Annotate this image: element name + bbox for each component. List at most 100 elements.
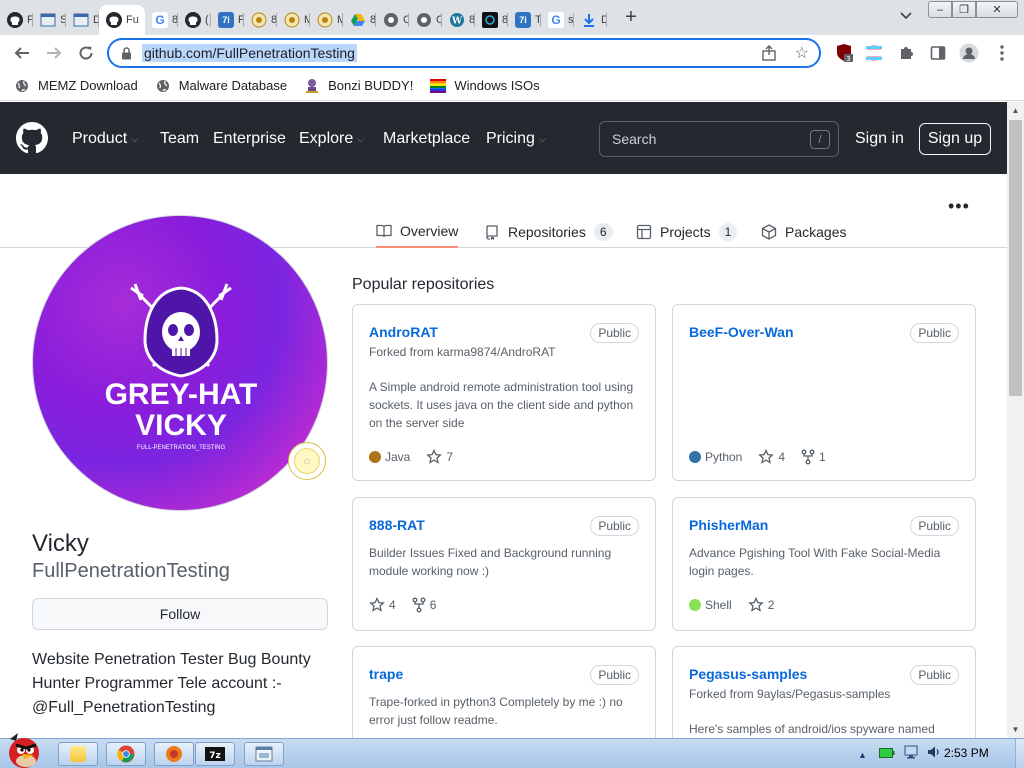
- browser-tab[interactable]: M: [277, 5, 310, 35]
- browser-tab[interactable]: Gs: [541, 5, 574, 35]
- repo-name-link[interactable]: trape: [369, 666, 403, 682]
- repo-card: 888-RAT Public Builder Issues Fixed and …: [352, 497, 656, 631]
- bookmark-memz[interactable]: MEMZ Download: [14, 78, 138, 94]
- taskbar-window-app[interactable]: [244, 742, 284, 766]
- browser-tab[interactable]: 7i T: [508, 5, 541, 35]
- bookmark-star-icon[interactable]: ☆: [795, 43, 809, 63]
- repo-stars[interactable]: 4: [369, 597, 396, 613]
- taskbar-chrome[interactable]: [106, 742, 146, 766]
- browser-tab[interactable]: D: [66, 5, 99, 35]
- browser-tab[interactable]: M: [310, 5, 343, 35]
- repo-stars[interactable]: 2: [747, 597, 774, 613]
- repo-stars[interactable]: 4: [758, 449, 785, 465]
- scroll-up-arrow-icon[interactable]: ▲: [1007, 102, 1024, 119]
- more-options-icon[interactable]: •••: [948, 196, 970, 217]
- browser-tab[interactable]: G8: [145, 5, 178, 35]
- browser-tab[interactable]: F: [0, 5, 33, 35]
- repo-stars[interactable]: 7: [426, 449, 453, 465]
- globe-icon: [155, 78, 171, 94]
- minimize-button[interactable]: –: [928, 1, 952, 18]
- nav-explore[interactable]: Explore ⌵: [299, 130, 364, 148]
- github-favicon-icon: [7, 11, 23, 28]
- volume-icon[interactable]: [927, 745, 941, 764]
- nav-team[interactable]: Team: [160, 130, 199, 148]
- browser-tab[interactable]: (: [178, 5, 211, 35]
- taskbar-explorer[interactable]: [58, 742, 98, 766]
- angry-bird-icon: [9, 733, 39, 768]
- taskbar-orange-app[interactable]: [154, 742, 194, 766]
- chrome-icon: [117, 745, 135, 763]
- repo-name-link[interactable]: AndroRAT: [369, 324, 438, 340]
- flag-extension-icon[interactable]: [864, 43, 884, 63]
- address-bar[interactable]: github.com/FullPenetrationTesting ☆: [107, 38, 821, 68]
- show-desktop-button[interactable]: [1015, 739, 1024, 768]
- tab-repositories[interactable]: Repositories 6: [484, 216, 613, 248]
- reload-button[interactable]: [73, 40, 99, 66]
- back-button[interactable]: [9, 40, 35, 66]
- bookmark-malware-database[interactable]: Malware Database: [155, 78, 287, 94]
- repo-name-link[interactable]: BeeF-Over-Wan: [689, 324, 794, 340]
- kebab-menu-icon[interactable]: [992, 43, 1012, 63]
- repo-description: Builder Issues Fixed and Background runn…: [369, 546, 612, 578]
- repo-forks[interactable]: 6: [412, 597, 436, 613]
- nav-product[interactable]: Product ⌵: [72, 130, 138, 148]
- visibility-badge: Public: [910, 665, 959, 685]
- tab-title: (: [205, 13, 209, 26]
- tab-overview[interactable]: Overview: [376, 216, 459, 248]
- repo-card: BeeF-Over-Wan Public Python 4 1: [672, 304, 976, 481]
- status-badge[interactable]: ○: [288, 442, 326, 480]
- scrollbar-thumb[interactable]: [1009, 120, 1022, 396]
- browser-tab[interactable]: D: [574, 5, 607, 35]
- browser-tab[interactable]: 8: [343, 5, 376, 35]
- network-icon[interactable]: [904, 745, 918, 764]
- repo-forks[interactable]: 1: [801, 449, 826, 465]
- tab-packages[interactable]: Packages: [761, 216, 846, 248]
- browser-tab[interactable]: C: [409, 5, 442, 35]
- sign-in-link[interactable]: Sign in: [855, 130, 904, 148]
- browser-tab[interactable]: 7i F: [211, 5, 244, 35]
- svg-text:W: W: [451, 16, 463, 26]
- scroll-down-arrow-icon[interactable]: ▼: [1007, 721, 1024, 738]
- github-logo-icon[interactable]: [16, 122, 48, 154]
- close-window-button[interactable]: ✕: [976, 1, 1018, 18]
- sign-up-button[interactable]: Sign up: [919, 123, 991, 155]
- maximize-button[interactable]: ❐: [952, 1, 976, 18]
- tab-search-button[interactable]: [896, 6, 916, 26]
- ublock-extension-icon[interactable]: 3: [834, 43, 854, 63]
- github-favicon-icon: [106, 11, 122, 28]
- repo-name-link[interactable]: 888-RAT: [369, 517, 425, 533]
- new-tab-plus-icon[interactable]: +: [617, 4, 645, 32]
- follow-button[interactable]: Follow: [32, 598, 328, 630]
- browser-tab[interactable]: W8: [442, 5, 475, 35]
- search-input[interactable]: Search /: [599, 121, 839, 157]
- fork-icon: [801, 449, 815, 465]
- star-icon: [369, 597, 385, 612]
- bookmark-windows-isos[interactable]: Windows ISOs: [430, 78, 540, 94]
- nav-marketplace[interactable]: Marketplace: [383, 130, 470, 148]
- vertical-scrollbar[interactable]: ▲ ▼: [1007, 102, 1024, 738]
- taskbar-clock[interactable]: 2:53 PM: [944, 746, 989, 760]
- show-hidden-icons-arrow-icon[interactable]: ▲: [858, 750, 867, 760]
- forward-button[interactable]: [41, 40, 67, 66]
- nav-enterprise[interactable]: Enterprise: [213, 130, 286, 148]
- nav-pricing[interactable]: Pricing ⌵: [486, 130, 546, 148]
- share-icon[interactable]: [761, 45, 777, 64]
- bookmark-bonzi-buddy[interactable]: Bonzi BUDDY!: [304, 78, 413, 94]
- url-text[interactable]: github.com/FullPenetrationTesting: [142, 44, 357, 62]
- browser-tab[interactable]: Fu✕: [99, 4, 145, 35]
- browser-tab[interactable]: C: [376, 5, 409, 35]
- repo-name-link[interactable]: Pegasus-samples: [689, 666, 807, 682]
- browser-tab[interactable]: 8: [244, 5, 277, 35]
- side-panel-icon[interactable]: [928, 43, 948, 63]
- start-button[interactable]: [2, 731, 48, 768]
- repo-name-link[interactable]: PhisherMan: [689, 517, 768, 533]
- lock-icon[interactable]: [119, 46, 133, 60]
- browser-tab[interactable]: S: [33, 5, 66, 35]
- puzzle-extensions-icon[interactable]: [896, 43, 916, 63]
- battery-icon[interactable]: [878, 746, 895, 764]
- browser-tab[interactable]: 8: [475, 5, 508, 35]
- taskbar-7zip[interactable]: 7z: [195, 742, 235, 766]
- profile-avatar-icon[interactable]: [959, 43, 979, 63]
- star-icon: [426, 449, 443, 464]
- tab-projects[interactable]: Projects 1: [636, 216, 738, 248]
